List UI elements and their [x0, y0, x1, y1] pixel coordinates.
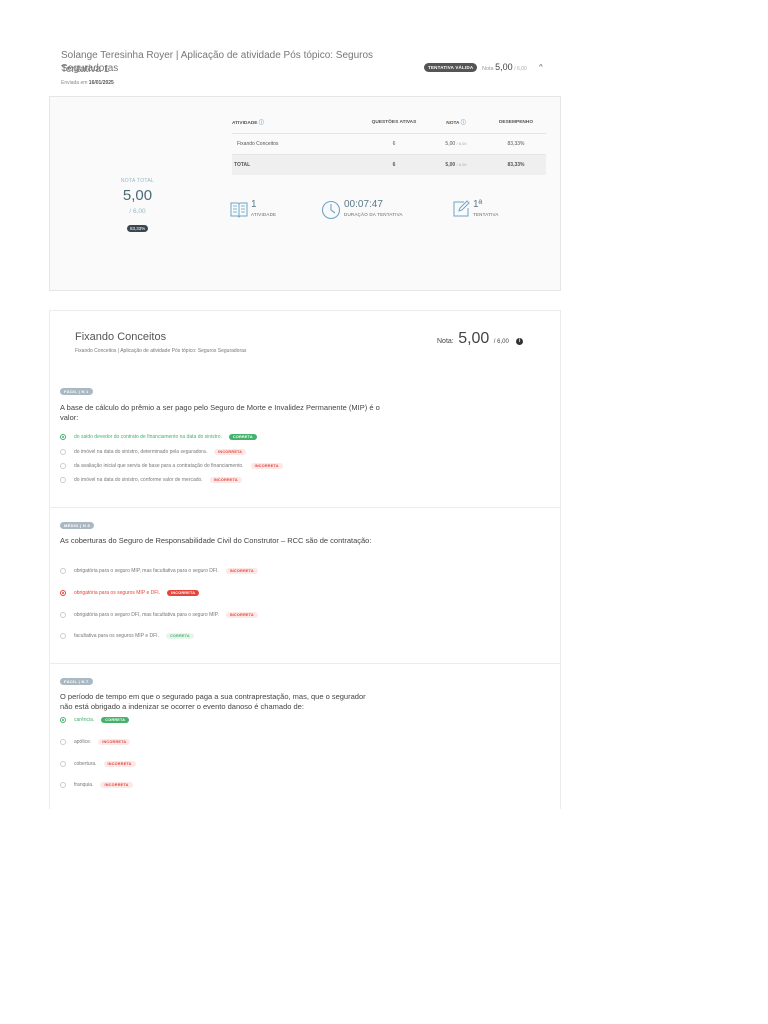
- answer-option[interactable]: do saldo devedor do contrato de financia…: [60, 434, 257, 440]
- radio-icon[interactable]: [60, 761, 66, 767]
- answer-option[interactable]: da avaliação inicial que serviu de base …: [60, 463, 283, 469]
- status-badge: INCORRETA: [100, 782, 133, 788]
- status-badge: INCORRETA: [250, 463, 283, 469]
- table-row: Fixando Conceitos 6 5,00 / 6,00 83,33%: [237, 141, 525, 147]
- status-badge: CORRETA: [228, 434, 257, 440]
- answer-option[interactable]: franquia. INCORRETA: [60, 782, 133, 788]
- answer-option[interactable]: obrigatória para o seguro MIP, mas facul…: [60, 568, 258, 574]
- question-tag: FÁCIL | N 1: [60, 388, 93, 395]
- radio-icon[interactable]: [60, 782, 66, 788]
- total-score-max: / 6,00: [129, 208, 146, 215]
- answer-option[interactable]: apólice. INCORRETA: [60, 739, 131, 745]
- book-icon: [230, 202, 248, 218]
- radio-icon[interactable]: [60, 633, 66, 639]
- question-text: As coberturas do Seguro de Responsabilid…: [60, 536, 372, 545]
- answer-option[interactable]: obrigatória para os seguros MIP e DFI. I…: [60, 590, 200, 596]
- attempt-number: Tentativa 1: [61, 64, 110, 75]
- table-total-row: TOTAL 6 5,00 / 6,00 83,33%: [232, 154, 546, 175]
- stat-attempt: 1ª TENTATIVA: [452, 200, 499, 218]
- valid-attempt-badge: TENTATIVA VÁLIDA: [424, 63, 478, 72]
- status-badge: INCORRETA: [98, 739, 131, 745]
- radio-icon[interactable]: [60, 449, 66, 455]
- question-1: FÁCIL | N 1 A base de cálculo do prêmio …: [50, 371, 560, 506]
- answer-option[interactable]: do imóvel na data do sinistro, conforme …: [60, 477, 242, 483]
- attempt-title: Solange Teresinha Royer | Aplicação de a…: [61, 50, 374, 74]
- radio-selected-icon[interactable]: [60, 590, 66, 596]
- status-badge: INCORRETA: [209, 477, 242, 483]
- exercise-card: Fixando Conceitos Fixando Conceitos | Ap…: [49, 310, 561, 809]
- collapse-chevron-icon[interactable]: ^: [539, 63, 543, 70]
- radio-selected-icon[interactable]: [60, 434, 66, 440]
- total-score-panel: NOTA TOTAL 5,00 / 6,00 83,33%: [50, 97, 225, 290]
- status-badge: INCORRETA: [167, 590, 200, 596]
- status-badge: CORRETA: [165, 633, 194, 639]
- radio-icon[interactable]: [60, 739, 66, 745]
- radio-icon[interactable]: [60, 463, 66, 469]
- col-performance: DESEMPENHO: [486, 114, 546, 134]
- info-icon: ⓘ: [460, 120, 466, 126]
- total-score-label: NOTA TOTAL: [120, 178, 155, 184]
- col-questions: QUESTÕES ATIVAS: [362, 114, 426, 134]
- status-badge: INCORRETA: [225, 612, 258, 618]
- stat-activities: 1 ATIVIDADE: [230, 200, 276, 218]
- answer-option[interactable]: carência. CORRETA: [60, 717, 130, 723]
- results-table: ATIVIDADE ⓘ QUESTÕES ATIVAS NOTA ⓘ DESEM…: [232, 114, 546, 175]
- answer-option[interactable]: obrigatória para o seguro DFI, mas facul…: [60, 612, 258, 618]
- exercise-grade: Nota: 5,00 / 6,00 i: [437, 330, 524, 348]
- col-grade: NOTA ⓘ: [426, 114, 486, 134]
- question-tag: MÉDIO | N 8: [60, 522, 94, 529]
- attempt-summary-card: NOTA TOTAL 5,00 / 6,00 83,33% ATIVIDADE …: [49, 96, 561, 291]
- question-tag: FÁCIL | N 7: [60, 678, 93, 685]
- status-badge: CORRETA: [101, 717, 130, 723]
- edit-icon: [453, 200, 470, 217]
- radio-selected-icon[interactable]: [60, 717, 66, 723]
- info-icon[interactable]: i: [516, 338, 524, 345]
- col-activity: ATIVIDADE ⓘ: [232, 114, 362, 134]
- answer-option[interactable]: facultativa para os seguros MIP e DFI. C…: [60, 633, 194, 639]
- status-badge: INCORRETA: [214, 449, 247, 455]
- total-percent-badge: 83,33%: [127, 225, 149, 232]
- attempt-grade: Nota 5,00 / 6,00: [482, 62, 527, 72]
- status-badge: INCORRETA: [103, 761, 136, 767]
- answer-option[interactable]: do imóvel na data do sinistro, determina…: [60, 449, 247, 455]
- sent-date: Enviada em 16/01/2025: [61, 80, 114, 86]
- status-badge: INCORRETA: [225, 568, 258, 574]
- clock-icon: [321, 200, 341, 220]
- exercise-title: Fixando Conceitos: [75, 331, 167, 343]
- question-3: FÁCIL | N 7 O período de tempo em que o …: [50, 663, 560, 810]
- question-2: MÉDIO | N 8 As coberturas do Seguro de R…: [50, 507, 560, 663]
- stat-duration: 00:07:47 DURAÇÃO DA TENTATIVA: [321, 200, 403, 220]
- exercise-subtitle: Fixando Conceitos | Aplicação de ativida…: [75, 348, 247, 354]
- question-text: O período de tempo em que o segurado pag…: [60, 692, 366, 711]
- info-icon: ⓘ: [258, 120, 264, 126]
- radio-icon[interactable]: [60, 612, 66, 618]
- answer-option[interactable]: cobertura. INCORRETA: [60, 761, 136, 767]
- radio-icon[interactable]: [60, 568, 66, 574]
- attempt-header: Solange Teresinha Royer | Aplicação de a…: [49, 44, 559, 94]
- radio-icon[interactable]: [60, 477, 66, 483]
- total-score-value: 5,00: [122, 187, 153, 204]
- question-text: A base de cálculo do prêmio a ser pago p…: [60, 403, 380, 422]
